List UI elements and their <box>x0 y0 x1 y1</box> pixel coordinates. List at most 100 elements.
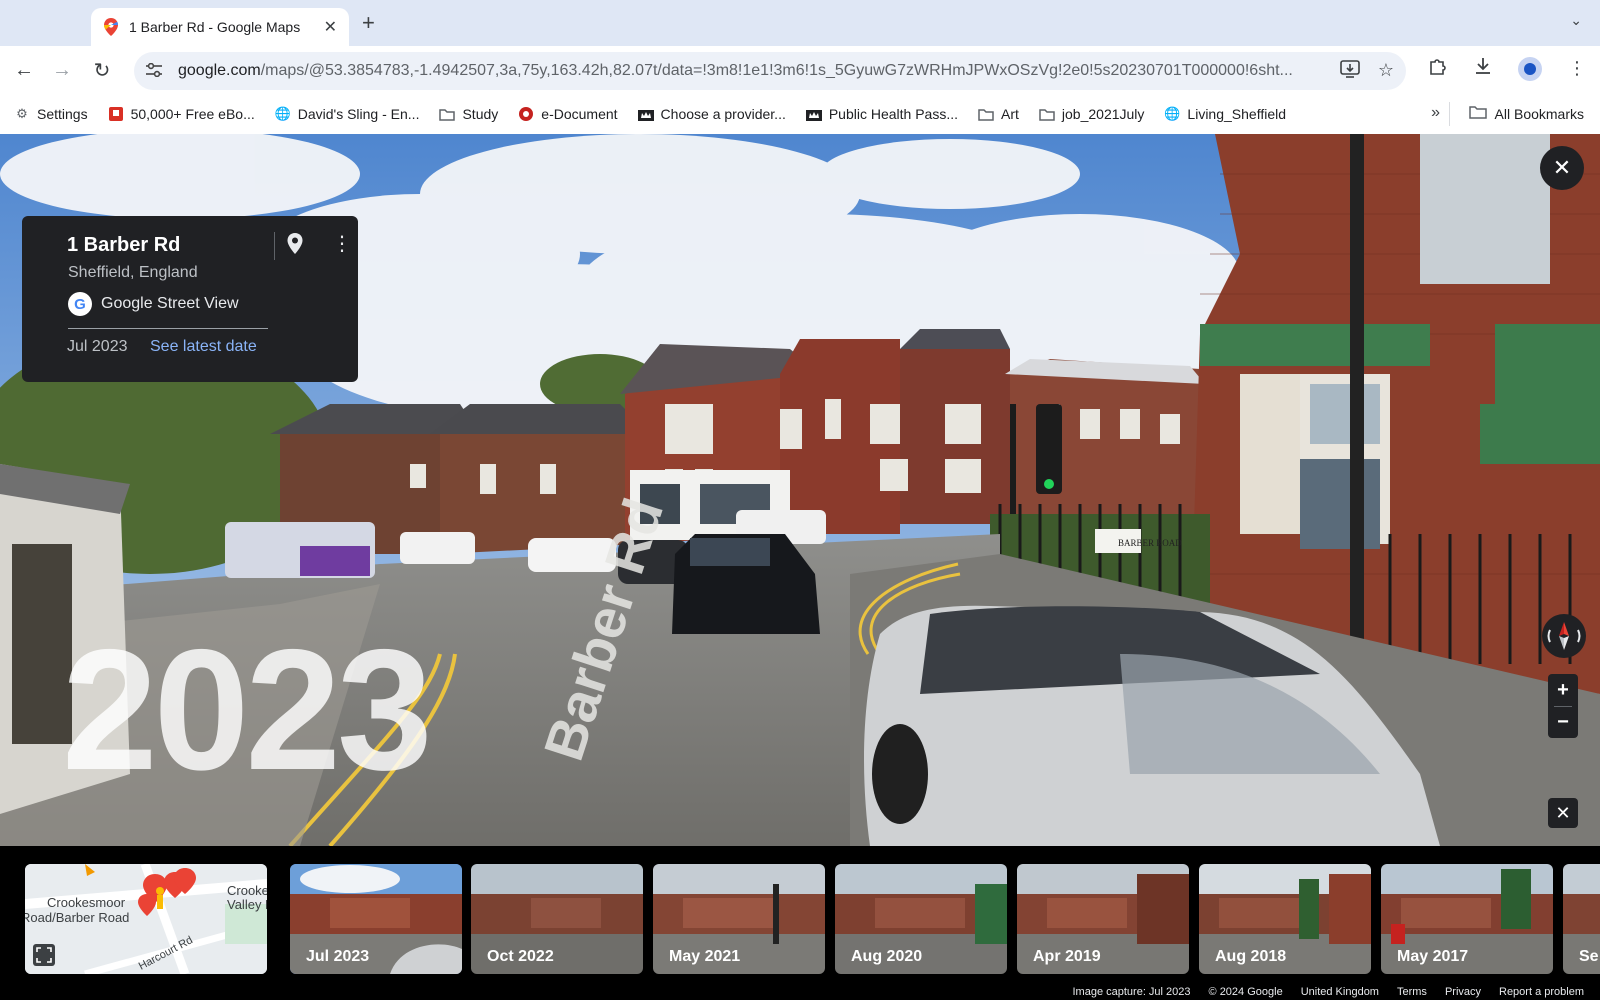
compass-button[interactable] <box>1542 614 1586 658</box>
download-icon[interactable] <box>1474 57 1492 80</box>
timeline-thumb-oct-2022[interactable]: Oct 2022 <box>471 864 643 974</box>
reload-icon[interactable]: ↻ <box>88 56 116 84</box>
map-footer: Image capture: Jul 2023 © 2024 Google Un… <box>0 986 1600 1000</box>
timeline-thumb-aug-2018[interactable]: Aug 2018 <box>1199 864 1371 974</box>
site-settings-icon[interactable] <box>146 62 166 80</box>
street-sign-label: BARBER ROAD <box>1118 538 1182 548</box>
timeline-label: Aug 2020 <box>851 948 923 965</box>
bookmarks-divider <box>1449 102 1450 126</box>
profile-avatar[interactable] <box>1518 56 1542 81</box>
timeline-label: Oct 2022 <box>487 948 554 965</box>
bookmark-e-document[interactable]: e-Document <box>518 106 618 122</box>
image-capture-date: Image capture: Jul 2023 <box>1072 986 1191 998</box>
timeline-label: May 2017 <box>1397 948 1469 965</box>
url-text: google.com/maps/@53.3854783,-1.4942507,3… <box>178 62 1293 79</box>
zoom-in-button[interactable]: + <box>1548 674 1578 706</box>
fullscreen-icon[interactable] <box>33 944 55 966</box>
mini-map-image: Crookesmoor Road/Barber Road Crookes Val… <box>25 864 267 974</box>
more-options-icon[interactable]: ⋮ <box>332 234 352 254</box>
bookmark-settings[interactable]: ⚙ Settings <box>14 106 87 122</box>
bookmark-study[interactable]: Study <box>439 106 498 122</box>
map-pin-icon[interactable] <box>284 232 306 256</box>
svg-text:Crookes: Crookes <box>227 883 267 898</box>
bookmark-art[interactable]: Art <box>978 106 1019 122</box>
place-city: Sheffield, England <box>68 264 198 281</box>
bookmark-davids-sling[interactable]: 🌐 David's Sling - En... <box>275 106 420 122</box>
svg-text:Road/Barber Road: Road/Barber Road <box>25 910 129 925</box>
close-icon: ✕ <box>1555 802 1571 823</box>
close-tab-icon[interactable]: ✕ <box>324 17 337 37</box>
chevron-down-icon[interactable]: ⌄ <box>1570 12 1582 29</box>
globe-icon: 🌐 <box>1164 106 1181 121</box>
timeline-thumb-aug-2020[interactable]: Aug 2020 <box>835 864 1007 974</box>
bookmark-free-ebooks[interactable]: 50,000+ Free eBo... <box>108 106 255 122</box>
install-app-icon[interactable] <box>1340 59 1360 83</box>
bookmark-job-2021july[interactable]: job_2021July <box>1039 106 1144 122</box>
bookmark-living-sheffield[interactable]: 🌐 Living_Sheffield <box>1164 106 1286 122</box>
zoom-control: + − <box>1548 674 1578 738</box>
all-bookmarks-button[interactable]: All Bookmarks <box>1468 105 1584 122</box>
street-view-panorama[interactable]: Barber Rd BARBER ROAD 2023 1 Barber Rd S… <box>0 134 1600 846</box>
timeline-label: Jul 2023 <box>306 948 370 965</box>
folder-icon <box>978 106 994 122</box>
browser-tab-bar: 1 Barber Rd - Google Maps ✕ + ⌄ <box>0 0 1600 46</box>
google-maps-icon <box>103 18 119 36</box>
timeline-label: Aug 2018 <box>1215 948 1287 965</box>
timeline-label: Se <box>1579 948 1599 965</box>
more-bookmarks-icon[interactable]: » <box>1431 104 1440 122</box>
zoom-divider <box>1554 706 1572 707</box>
close-timeline-button[interactable]: ✕ <box>1548 798 1578 828</box>
address-bar[interactable]: google.com/maps/@53.3854783,-1.4942507,3… <box>134 52 1406 90</box>
compass-icon <box>1547 622 1581 650</box>
place-title: 1 Barber Rd <box>67 234 181 256</box>
book-icon <box>108 106 124 122</box>
folder-icon <box>1039 106 1055 122</box>
timeline-thumb-may-2021[interactable]: May 2021 <box>653 864 825 974</box>
bookmark-public-health-pass[interactable]: Public Health Pass... <box>805 106 958 122</box>
back-arrow-icon[interactable]: ← <box>10 56 38 84</box>
close-icon: ✕ <box>1552 155 1572 180</box>
close-street-view-button[interactable]: ✕ <box>1540 146 1584 190</box>
folder-icon <box>1468 105 1487 122</box>
timeline-label: Apr 2019 <box>1033 948 1101 965</box>
svg-text:Crookesmoor: Crookesmoor <box>47 895 126 910</box>
google-logo-icon: G <box>68 292 92 316</box>
document-icon <box>518 106 534 122</box>
region-link[interactable]: United Kingdom <box>1301 986 1379 998</box>
gear-icon: ⚙ <box>16 106 28 121</box>
timeline-thumbnails: Jul 2023 Oct 2022 May 2021 Aug 2020 Apr … <box>288 864 1600 974</box>
extensions-icon[interactable] <box>1428 56 1448 81</box>
timeline-thumb-may-2017[interactable]: May 2017 <box>1381 864 1553 974</box>
browser-tab[interactable]: 1 Barber Rd - Google Maps ✕ <box>91 8 349 46</box>
capture-date: Jul 2023 <box>67 338 128 355</box>
globe-icon: 🌐 <box>274 106 291 121</box>
timeline-thumb-apr-2019[interactable]: Apr 2019 <box>1017 864 1189 974</box>
folder-icon <box>439 106 456 122</box>
card-divider <box>274 232 275 260</box>
tab-title: 1 Barber Rd - Google Maps <box>129 19 301 35</box>
see-latest-date-link[interactable]: See latest date <box>150 338 257 356</box>
timeline-thumb-jul-2023[interactable]: Jul 2023 <box>290 864 462 974</box>
timeline-thumb-partial[interactable]: Se <box>1563 864 1600 974</box>
street-view-source: G Google Street View <box>68 292 239 316</box>
menu-kebab-icon[interactable]: ⋮ <box>1568 58 1586 79</box>
bookmarks-bar: ⚙ Settings 50,000+ Free eBo... 🌐 David's S… <box>0 94 1600 134</box>
bookmark-choose-provider[interactable]: Choose a provider... <box>637 106 786 122</box>
crown-icon <box>637 106 654 122</box>
zoom-out-button[interactable]: − <box>1548 706 1578 738</box>
new-tab-icon[interactable]: + <box>362 10 375 36</box>
bookmark-star-icon[interactable]: ☆ <box>1378 60 1394 83</box>
copyright: © 2024 Google <box>1208 986 1283 998</box>
privacy-link[interactable]: Privacy <box>1445 986 1481 998</box>
time-travel-strip: Crookesmoor Road/Barber Road Crookes Val… <box>0 846 1600 986</box>
forward-arrow-icon[interactable]: → <box>48 56 76 84</box>
svg-text:Valley Roa: Valley Roa <box>227 897 267 912</box>
card-separator <box>68 328 268 329</box>
year-watermark: 2023 <box>62 614 433 806</box>
crown-icon <box>805 106 822 122</box>
timeline-label: May 2021 <box>669 948 741 965</box>
report-problem-link[interactable]: Report a problem <box>1499 986 1584 998</box>
terms-link[interactable]: Terms <box>1397 986 1427 998</box>
mini-map[interactable]: Crookesmoor Road/Barber Road Crookes Val… <box>25 864 267 974</box>
browser-toolbar: ← → ↻ google.com/maps/@53.3854783,-1.494… <box>0 46 1600 94</box>
